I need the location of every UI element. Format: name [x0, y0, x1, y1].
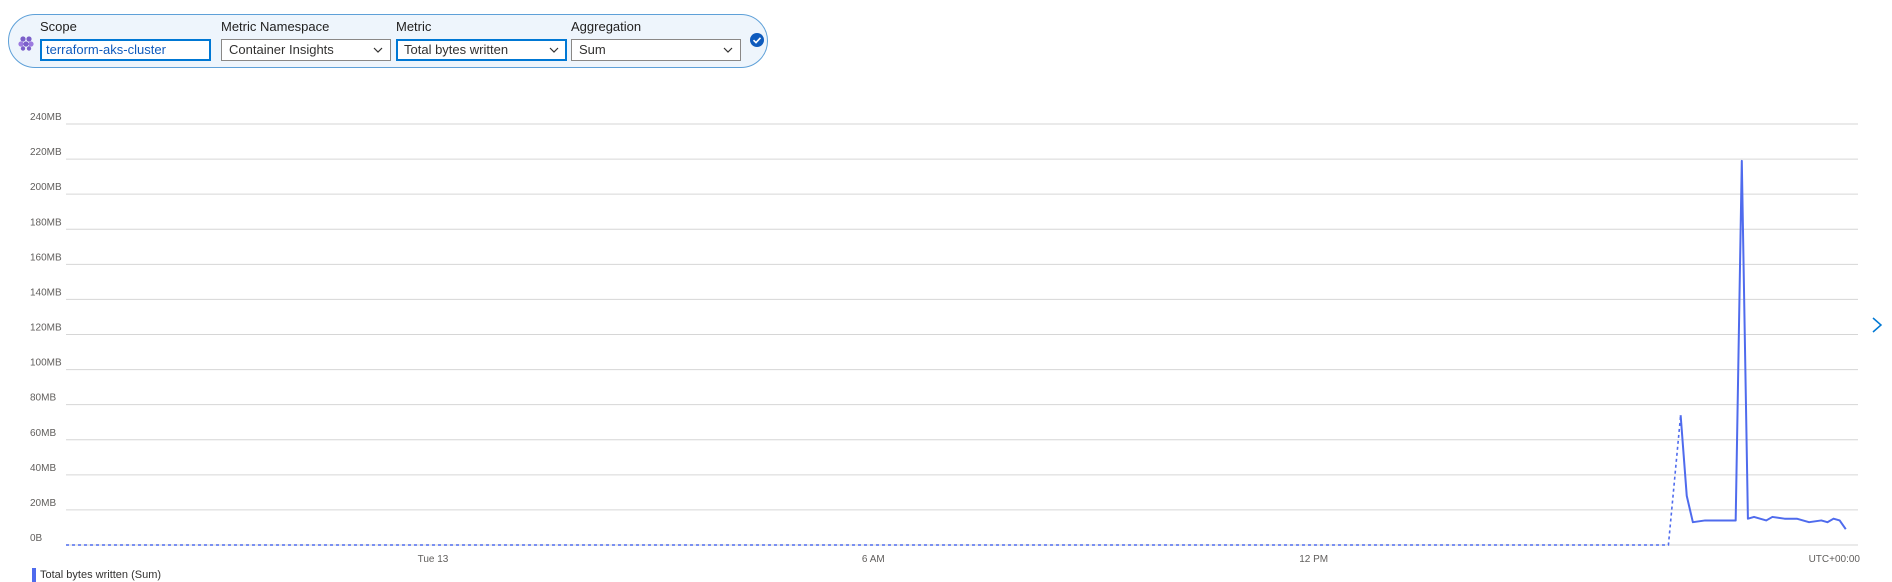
chart-series — [66, 159, 1847, 546]
timezone-label: UTC+00:00 — [1809, 554, 1861, 565]
x-tick-label: 6 AM — [862, 554, 885, 565]
y-tick-label: 100MB — [30, 358, 62, 369]
y-tick-label: 240MB — [30, 112, 62, 123]
y-tick-label: 0B — [30, 533, 43, 544]
x-tick-label: 12 PM — [1299, 554, 1328, 565]
y-tick-label: 220MB — [30, 147, 62, 158]
y-axis-labels: 240MB 220MB 200MB 180MB 160MB 140MB 120MB 100MB… — [30, 112, 62, 544]
y-tick-label: 120MB — [30, 323, 62, 334]
y-tick-label: 160MB — [30, 252, 62, 263]
chart-gridlines — [66, 123, 1858, 546]
legend-label: Total bytes written (Sum) — [40, 569, 162, 581]
metric-line-chart: 240MB 220MB 200MB 180MB 160MB 140MB 120MB 100MB… — [30, 112, 1861, 565]
legend-swatch — [32, 568, 36, 582]
chart-legend[interactable]: Total bytes written (Sum) — [32, 568, 161, 582]
y-tick-label: 20MB — [30, 498, 56, 509]
chevron-right-icon[interactable] — [1870, 315, 1884, 335]
y-tick-label: 60MB — [30, 428, 56, 439]
y-tick-label: 40MB — [30, 463, 56, 474]
y-tick-label: 180MB — [30, 217, 62, 228]
y-tick-label: 140MB — [30, 287, 62, 298]
y-tick-label: 80MB — [30, 393, 56, 404]
x-tick-label: Tue 13 — [418, 554, 449, 565]
series-line-missing-data — [66, 415, 1682, 546]
y-tick-label: 200MB — [30, 182, 62, 193]
x-axis-labels: Tue 13 6 AM 12 PM UTC+00:00 — [418, 554, 1861, 565]
series-line — [1679, 159, 1847, 530]
